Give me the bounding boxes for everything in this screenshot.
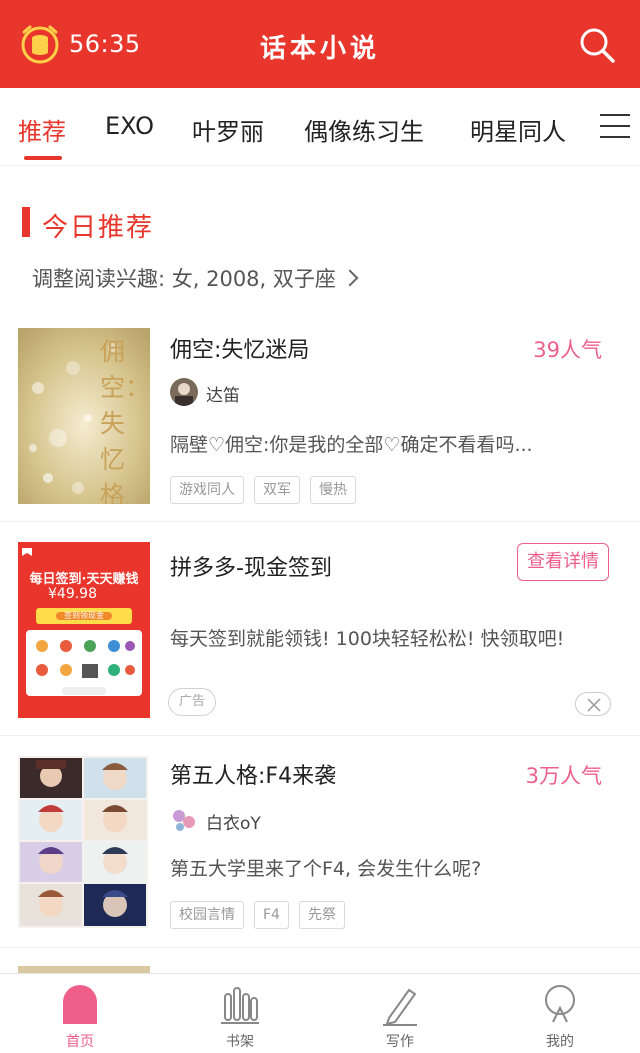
tag-list: 游戏同人 双军 慢热 — [170, 476, 356, 504]
cover-title: 佣空：失忆格局 — [100, 337, 150, 504]
reading-interest-link[interactable]: 调整阅读兴趣: 女, 2008, 双子座 — [32, 263, 359, 293]
book-cover[interactable] — [18, 756, 148, 928]
search-icon[interactable] — [578, 26, 616, 64]
tag[interactable]: 游戏同人 — [170, 476, 244, 504]
reading-interest-text: 调整阅读兴趣: 女, 2008, 双子座 — [32, 267, 336, 291]
book-description: 隔壁♡佣空:你是我的全部♡确定不看看吗... — [170, 434, 533, 456]
author-avatar — [170, 806, 198, 834]
tab-celebrity-fanfic[interactable]: 明星同人 — [470, 112, 566, 147]
author-name: 白衣oY — [206, 814, 261, 834]
tag[interactable]: 校园言情 — [170, 901, 244, 929]
active-tab-indicator — [24, 156, 62, 160]
tab-yeloli[interactable]: 叶罗丽 — [192, 112, 264, 147]
section-marker — [22, 207, 30, 237]
next-book-cover[interactable] — [18, 966, 150, 973]
ad-image[interactable]: 每日签到·天天赚钱 ¥49.98 签到领现金 — [18, 542, 150, 718]
tag[interactable]: F4 — [254, 901, 289, 929]
profile-icon — [545, 985, 575, 1023]
nav-label: 写作 — [386, 1034, 414, 1050]
popularity-count: 3万人气 — [525, 764, 602, 788]
menu-icon[interactable] — [600, 114, 630, 140]
book-card[interactable]: 第五人格:F4来袭 3万人气 白衣oY 第五大学里来了个F4, 会发生什么呢? … — [0, 736, 640, 948]
nav-home[interactable]: 首页 — [0, 974, 160, 1053]
nav-bookshelf[interactable]: 书架 — [160, 974, 320, 1053]
tab-exo[interactable]: EXO — [105, 112, 154, 140]
nav-label: 书架 — [226, 1034, 254, 1050]
ad-banner-cta: 签到领现金 — [64, 611, 104, 620]
tag-list: 校园言情 F4 先祭 — [170, 901, 345, 929]
nav-label: 首页 — [66, 1034, 94, 1050]
tab-idol-producer[interactable]: 偶像练习生 — [304, 112, 424, 147]
close-ad-button[interactable] — [575, 692, 611, 716]
nav-label: 我的 — [546, 1034, 574, 1050]
bookshelf-icon — [221, 987, 259, 1024]
author-name: 达笛 — [206, 386, 240, 406]
tag[interactable]: 先祭 — [298, 901, 345, 929]
book-title[interactable]: 佣空:失忆迷局 — [170, 332, 309, 364]
tag[interactable]: 慢热 — [310, 476, 356, 504]
chevron-right-icon — [341, 269, 359, 287]
book-cover[interactable]: 佣空：失忆格局 — [18, 328, 150, 504]
tag[interactable]: 双军 — [254, 476, 300, 504]
view-details-button[interactable]: 查看详情 — [517, 543, 609, 581]
book-title[interactable]: 第五人格:F4来袭 — [170, 758, 336, 790]
category-tabs: 推荐 EXO 叶罗丽 偶像练习生 明星同人 — [0, 88, 640, 166]
close-icon — [587, 698, 601, 712]
app-title: 话本小说 — [259, 34, 380, 64]
app-header: 56:35 话本小说 — [0, 0, 640, 88]
ad-banner-title: 每日签到·天天赚钱 — [29, 572, 139, 587]
book-card[interactable]: 佣空：失忆格局 佣空:失忆迷局 39人气 达笛 隔壁♡佣空:你是我的全部♡确定不… — [0, 310, 640, 522]
book-description: 第五大学里来了个F4, 会发生什么呢? — [170, 858, 482, 880]
nav-profile[interactable]: 我的 — [480, 974, 640, 1053]
pencil-icon — [383, 988, 417, 1026]
ad-banner-amount: ¥49.98 — [48, 586, 97, 602]
author-avatar — [170, 378, 198, 406]
nav-write[interactable]: 写作 — [320, 974, 480, 1053]
section-title: 今日推荐 — [42, 213, 155, 243]
home-icon — [63, 985, 97, 1024]
tab-recommend[interactable]: 推荐 — [18, 112, 66, 147]
ad-title[interactable]: 拼多多-现金签到 — [170, 550, 332, 582]
popularity-count: 39人气 — [533, 338, 602, 362]
ad-badge: 广告 — [168, 688, 216, 716]
ad-description: 每天签到就能领钱! 100块轻轻松松! 快领取吧! — [170, 628, 565, 650]
bottom-nav: 首页 书架 写作 我的 — [0, 973, 640, 1053]
